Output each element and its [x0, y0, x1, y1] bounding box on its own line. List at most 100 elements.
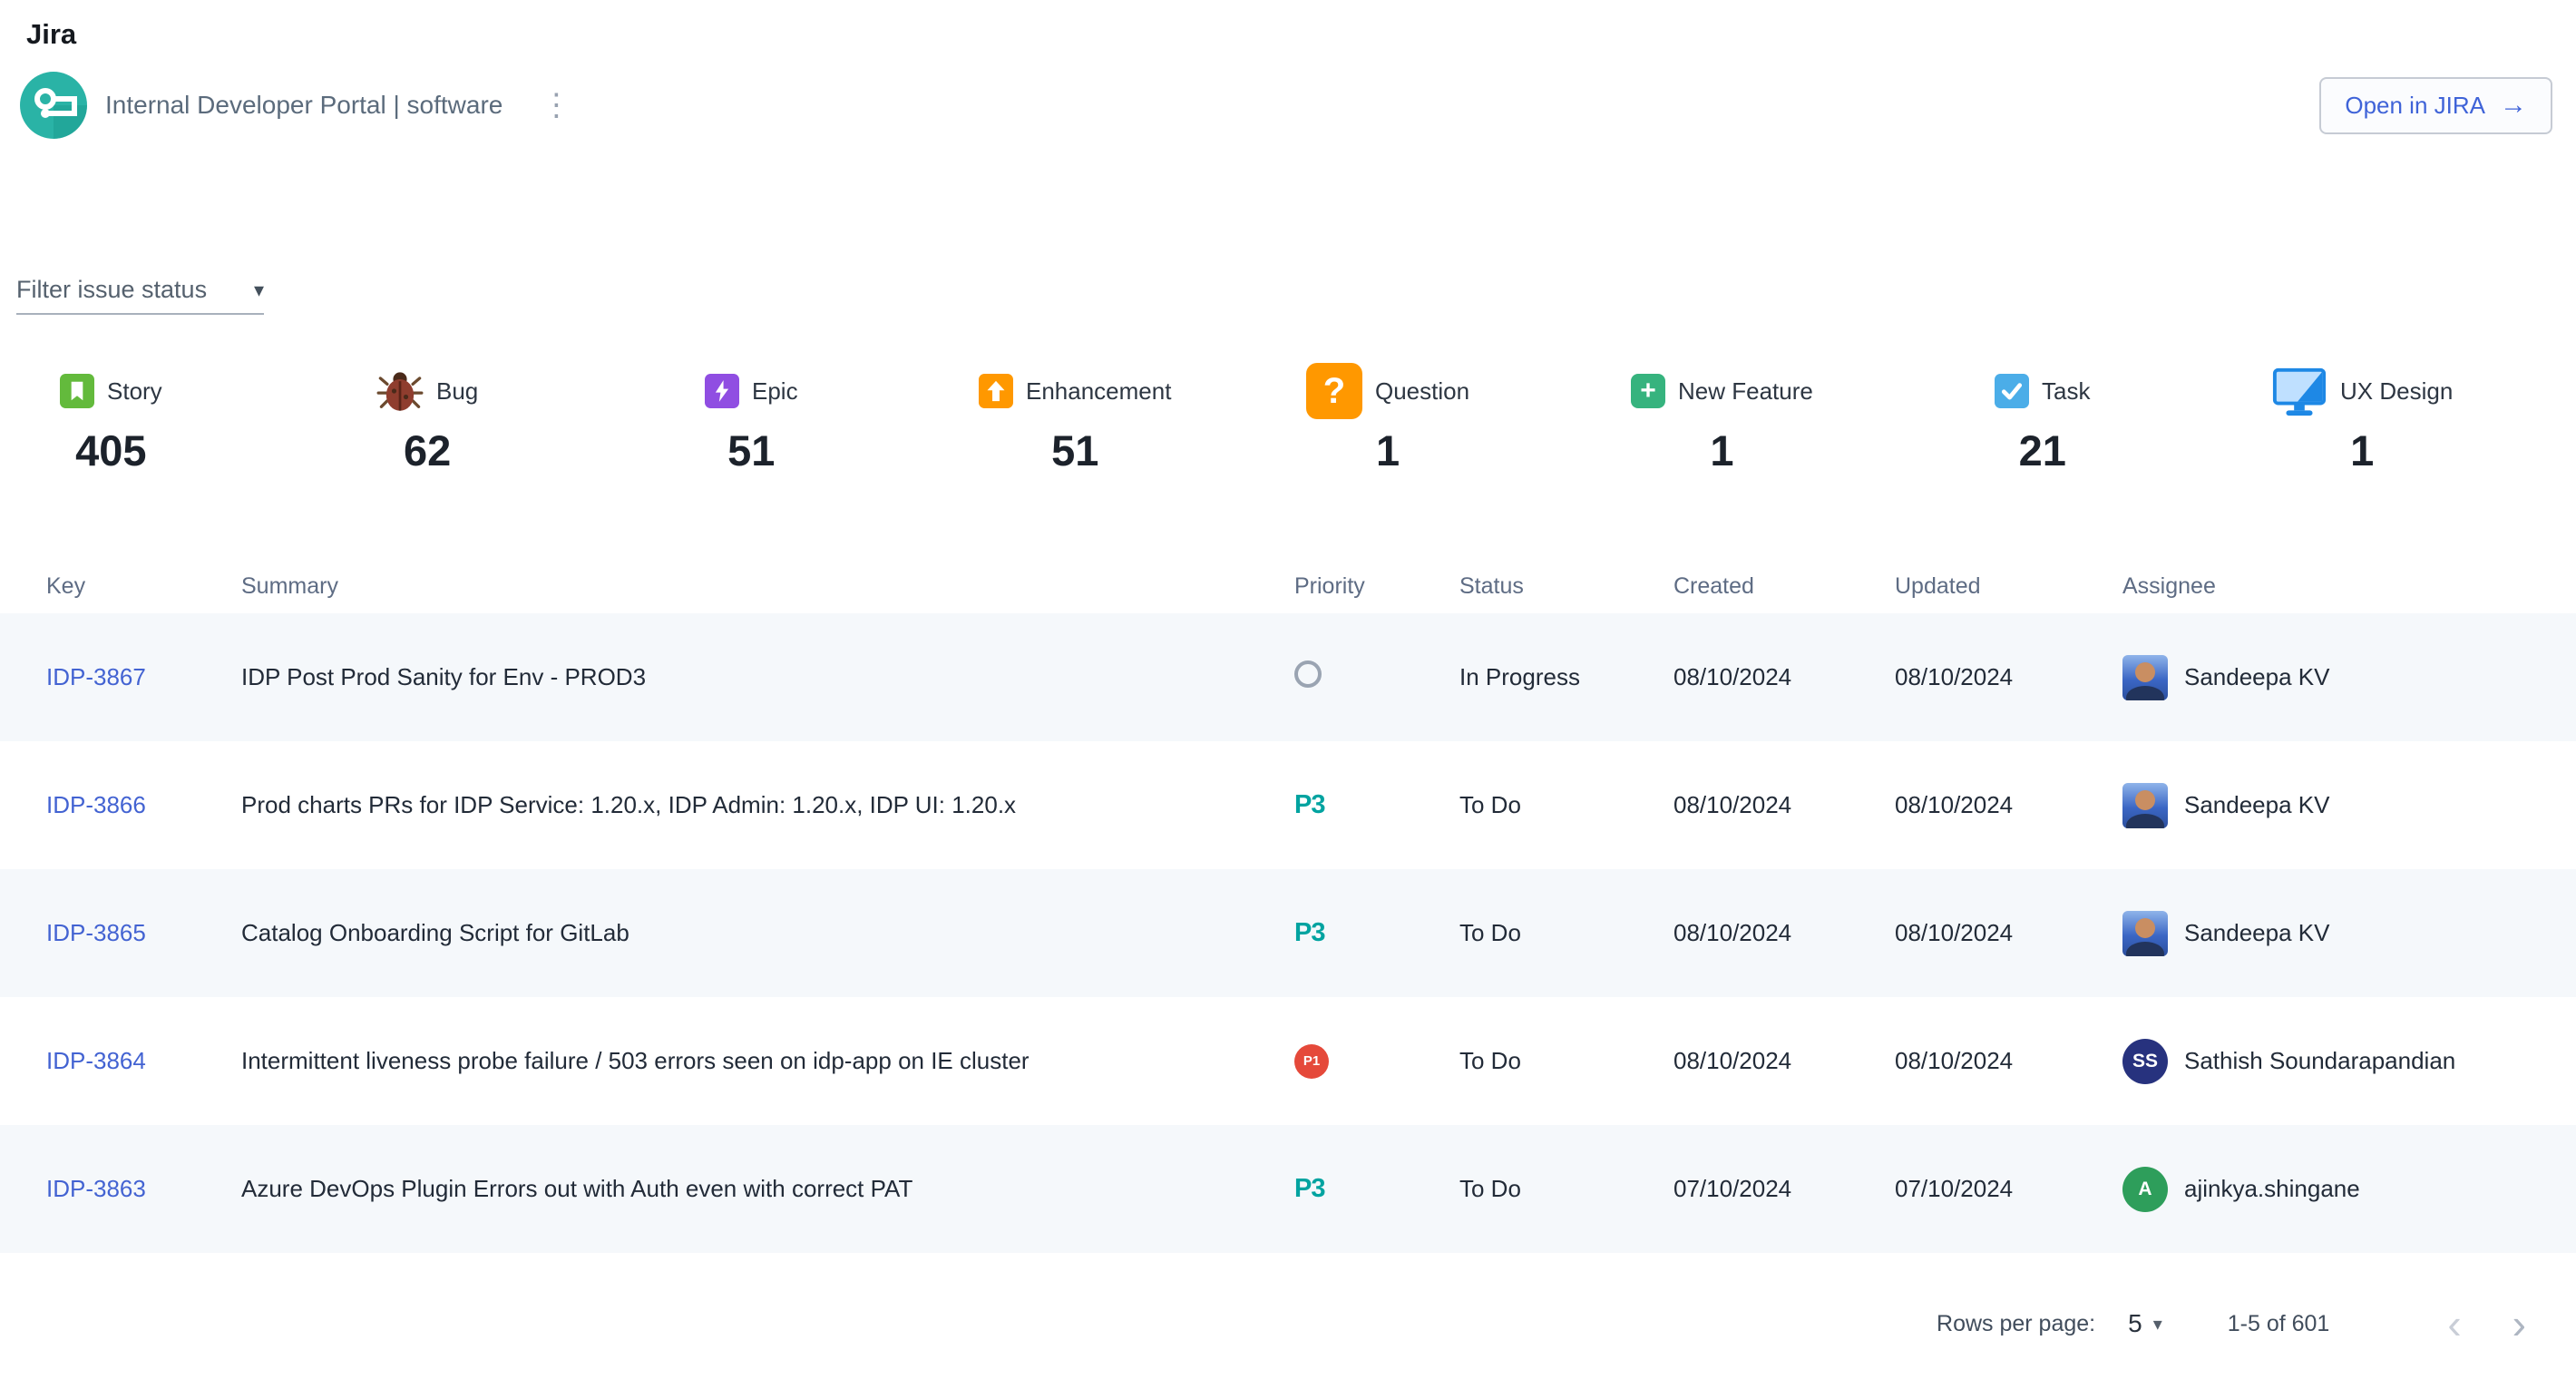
bug-icon: [376, 367, 424, 415]
question-icon: ?: [1306, 363, 1362, 419]
table-row[interactable]: IDP-3863 Azure DevOps Plugin Errors out …: [0, 1125, 2576, 1253]
assignee-name: Sandeepa KV: [2184, 919, 2329, 947]
counter-count: 21: [2019, 426, 2066, 475]
filter-issue-status-dropdown[interactable]: Filter issue status ▾: [16, 276, 264, 315]
counter-label: UX Design: [2340, 377, 2453, 406]
counter-label: New Feature: [1678, 377, 1813, 406]
table-row[interactable]: IDP-3867 IDP Post Prod Sanity for Env - …: [0, 613, 2576, 741]
open-in-jira-button[interactable]: Open in JIRA →: [2319, 77, 2552, 134]
issue-created-date: 08/10/2024: [1673, 919, 1895, 947]
table-row[interactable]: IDP-3866 Prod charts PRs for IDP Service…: [0, 741, 2576, 869]
more-options-icon[interactable]: ⋮: [541, 90, 573, 121]
issue-updated-date: 07/10/2024: [1895, 1175, 2122, 1203]
column-header-summary: Summary: [241, 573, 1294, 600]
issue-updated-date: 08/10/2024: [1895, 919, 2122, 947]
issue-updated-date: 08/10/2024: [1895, 663, 2122, 691]
assignee-avatar: [2122, 911, 2168, 956]
rows-per-page-label: Rows per page:: [1937, 1311, 2095, 1337]
counter-label: Task: [2042, 377, 2090, 406]
counter-label: Story: [107, 377, 162, 406]
priority-p1-icon: P1: [1294, 1044, 1329, 1079]
counter-count: 1: [1376, 426, 1400, 475]
assignee-name: Sandeepa KV: [2184, 663, 2329, 691]
counter-count: 405: [75, 426, 146, 475]
issue-summary: IDP Post Prod Sanity for Env - PROD3: [241, 663, 1294, 691]
issue-updated-date: 08/10/2024: [1895, 791, 2122, 819]
priority-p3-icon: P3: [1294, 1174, 1324, 1203]
caret-down-icon: ▾: [254, 279, 264, 302]
counter-label: Bug: [436, 377, 478, 406]
caret-down-icon: ▾: [2153, 1313, 2162, 1335]
project-logo-icon: [20, 72, 87, 139]
task-icon: [1995, 374, 2029, 408]
issue-summary: Azure DevOps Plugin Errors out with Auth…: [241, 1175, 1294, 1203]
issue-key-link[interactable]: IDP-3866: [46, 791, 146, 818]
pagination-bar: Rows per page: 5 ▾ 1-5 of 601 ‹ ›: [0, 1303, 2576, 1345]
counter-label: Enhancement: [1026, 377, 1171, 406]
table-header-row: Key Summary Priority Status Created Upda…: [0, 559, 2576, 613]
issue-created-date: 08/10/2024: [1673, 1047, 1895, 1075]
next-page-button[interactable]: ›: [2513, 1303, 2526, 1345]
open-in-jira-label: Open in JIRA: [2345, 92, 2485, 120]
story-icon: [60, 374, 94, 408]
issue-status: In Progress: [1459, 663, 1673, 691]
issue-created-date: 07/10/2024: [1673, 1175, 1895, 1203]
counter-task: Task 21: [1995, 362, 2090, 475]
counter-question: ? Question 1: [1306, 362, 1469, 475]
priority-none-icon: [1294, 660, 1322, 688]
issue-created-date: 08/10/2024: [1673, 791, 1895, 819]
issue-key-link[interactable]: IDP-3867: [46, 663, 146, 690]
issue-key-link[interactable]: IDP-3863: [46, 1175, 146, 1202]
project-name: Internal Developer Portal | software: [105, 91, 503, 120]
enhancement-icon: [979, 374, 1013, 408]
counter-count: 1: [1710, 426, 1733, 475]
issue-summary: Catalog Onboarding Script for GitLab: [241, 919, 1294, 947]
arrow-right-icon: →: [2500, 92, 2527, 119]
issues-table: Key Summary Priority Status Created Upda…: [0, 559, 2576, 1253]
counter-bug: Bug 62: [376, 362, 478, 475]
issue-summary: Prod charts PRs for IDP Service: 1.20.x,…: [241, 791, 1294, 819]
column-header-status: Status: [1459, 573, 1673, 600]
pagination-range: 1-5 of 601: [2228, 1311, 2330, 1337]
column-header-created: Created: [1673, 573, 1895, 600]
counter-label: Epic: [752, 377, 798, 406]
counter-ux-design: UX Design 1: [2271, 362, 2453, 475]
counter-label: Question: [1375, 377, 1469, 406]
column-header-assignee: Assignee: [2122, 573, 2558, 600]
issue-summary: Intermittent liveness probe failure / 50…: [241, 1047, 1294, 1075]
priority-p3-icon: P3: [1294, 918, 1324, 947]
assignee-name: ajinkya.shingane: [2184, 1175, 2360, 1203]
issue-status: To Do: [1459, 1047, 1673, 1075]
jira-plugin-page: Jira Internal Developer Portal | softwar…: [0, 18, 2576, 1345]
assignee-avatar: SS: [2122, 1039, 2168, 1084]
rows-per-page-select[interactable]: 5 ▾: [2128, 1309, 2162, 1338]
table-row[interactable]: IDP-3865 Catalog Onboarding Script for G…: [0, 869, 2576, 997]
issue-updated-date: 08/10/2024: [1895, 1047, 2122, 1075]
issue-status: To Do: [1459, 791, 1673, 819]
priority-p3-icon: P3: [1294, 790, 1324, 819]
issue-key-link[interactable]: IDP-3864: [46, 1047, 146, 1074]
column-header-key: Key: [46, 573, 241, 600]
issue-type-counters: Story 405: [0, 362, 2576, 475]
column-header-updated: Updated: [1895, 573, 2122, 600]
assignee-avatar: A: [2122, 1167, 2168, 1212]
assignee-name: Sathish Soundarapandian: [2184, 1047, 2455, 1075]
counter-count: 51: [1051, 426, 1098, 475]
issue-created-date: 08/10/2024: [1673, 663, 1895, 691]
table-row[interactable]: IDP-3864 Intermittent liveness probe fai…: [0, 997, 2576, 1125]
filter-label: Filter issue status: [16, 276, 207, 304]
ux-design-icon: [2271, 363, 2327, 419]
rows-per-page-value: 5: [2128, 1309, 2142, 1338]
page-title: Jira: [26, 18, 2576, 51]
issue-key-link[interactable]: IDP-3865: [46, 919, 146, 946]
issue-status: To Do: [1459, 919, 1673, 947]
counter-epic: Epic 51: [705, 362, 798, 475]
epic-icon: [705, 374, 739, 408]
previous-page-button[interactable]: ‹: [2447, 1303, 2461, 1345]
assignee-avatar: [2122, 783, 2168, 828]
column-header-priority: Priority: [1294, 573, 1459, 600]
new-feature-icon: +: [1631, 374, 1665, 408]
assignee-name: Sandeepa KV: [2184, 791, 2329, 819]
issue-status: To Do: [1459, 1175, 1673, 1203]
project-header: Internal Developer Portal | software ⋮ O…: [20, 71, 2552, 140]
